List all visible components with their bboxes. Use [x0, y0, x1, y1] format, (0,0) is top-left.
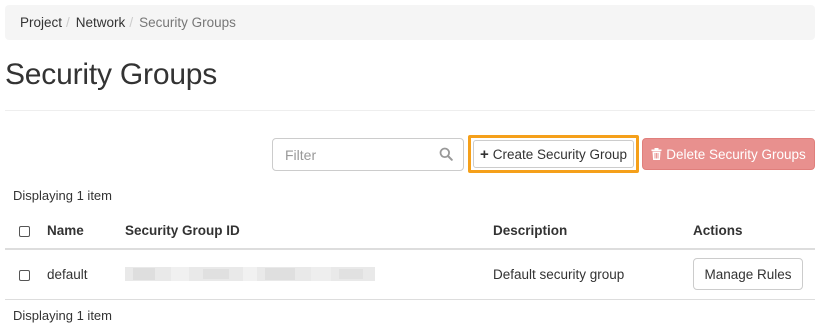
- row-actions: Manage Rules: [693, 249, 815, 300]
- table-header-row: Name Security Group ID Description Actio…: [5, 213, 815, 250]
- search-icon[interactable]: [439, 147, 453, 161]
- row-security-group-id: [125, 249, 493, 300]
- breadcrumb-separator: /: [129, 15, 134, 30]
- redacted-id-image: [125, 267, 375, 282]
- breadcrumb: Project / Network / Security Groups: [5, 5, 815, 40]
- create-button-label: Create Security Group: [492, 146, 628, 162]
- trash-icon: [651, 148, 662, 160]
- select-all-cell: [5, 213, 47, 250]
- row-name: default: [47, 249, 125, 300]
- column-header-security-group-id[interactable]: Security Group ID: [125, 213, 493, 250]
- create-security-group-button[interactable]: + Create Security Group: [473, 140, 634, 168]
- item-count-top: Displaying 1 item: [13, 188, 112, 203]
- row-select-cell: [5, 249, 47, 300]
- delete-button-label: Delete Security Groups: [666, 146, 806, 162]
- breadcrumb-network-link[interactable]: Network: [76, 15, 126, 30]
- filter-input[interactable]: [273, 139, 433, 170]
- row-checkbox[interactable]: [19, 269, 30, 281]
- select-all-checkbox[interactable]: [19, 225, 30, 237]
- breadcrumb-project-link[interactable]: Project: [20, 15, 62, 30]
- column-header-actions: Actions: [693, 213, 815, 250]
- item-count-bottom: Displaying 1 item: [13, 308, 112, 323]
- column-header-description[interactable]: Description: [493, 213, 693, 250]
- delete-security-groups-button[interactable]: Delete Security Groups: [642, 138, 815, 170]
- table-row: default Default security group Manage Ru…: [5, 249, 815, 300]
- row-description: Default security group: [493, 249, 693, 300]
- create-button-highlight: + Create Security Group: [468, 135, 639, 173]
- plus-icon: +: [479, 145, 489, 163]
- page-title: Security Groups: [5, 58, 218, 91]
- breadcrumb-current: Security Groups: [139, 15, 236, 30]
- security-groups-table: Name Security Group ID Description Actio…: [5, 213, 815, 300]
- breadcrumb-separator: /: [66, 15, 70, 30]
- title-divider: [5, 110, 815, 111]
- filter-group: [272, 138, 464, 171]
- manage-rules-button[interactable]: Manage Rules: [693, 258, 803, 291]
- column-header-name[interactable]: Name: [47, 213, 125, 250]
